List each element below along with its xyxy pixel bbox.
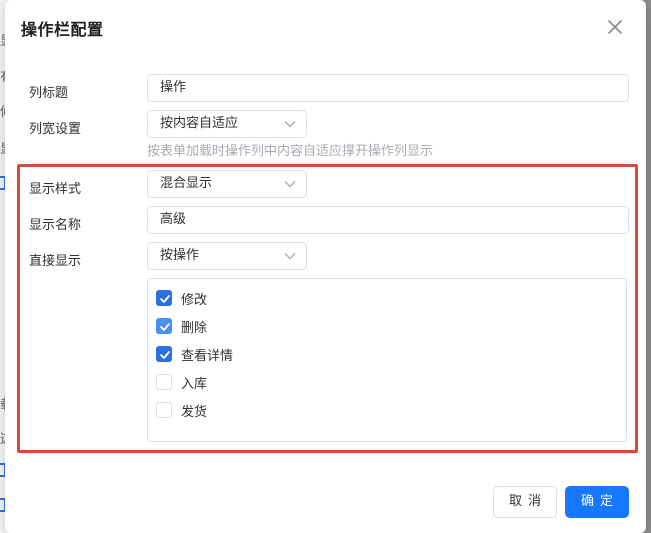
checkbox-checked-icon	[156, 346, 172, 362]
checkbox-checked-icon	[156, 318, 172, 334]
cancel-button[interactable]: 取消	[493, 486, 557, 518]
checkbox-unchecked-icon	[156, 402, 172, 418]
direct-display-select[interactable]: 按操作	[147, 242, 307, 270]
operation-label: 入库	[181, 376, 208, 392]
column-width-label: 列宽设置	[29, 122, 82, 137]
dialog-title: 操作栏配置	[21, 20, 104, 39]
column-config-dialog: 操作栏配置 列标题 操作 列宽设置 按内容自适应 按表单加载时操作列中内容自适应…	[5, 0, 646, 533]
column-title-label: 列标题	[29, 86, 69, 101]
display-style-select[interactable]: 混合显示	[147, 170, 307, 198]
operation-checkbox-view-detail[interactable]: 查看详情	[156, 345, 234, 364]
column-title-input[interactable]: 操作	[147, 74, 629, 102]
operations-checkbox-panel: 修改 删除 查看详情 入库 发货	[147, 278, 627, 442]
checkbox-unchecked-icon	[156, 374, 172, 390]
operation-label: 删除	[181, 320, 208, 336]
column-width-hint: 按表单加载时操作列中内容自适应撑开操作列显示	[147, 144, 434, 159]
display-style-label: 显示样式	[29, 182, 82, 197]
operation-label: 查看详情	[181, 348, 234, 364]
column-width-select[interactable]: 按内容自适应	[147, 110, 307, 138]
close-icon	[608, 20, 622, 34]
chevron-down-icon	[284, 181, 296, 188]
direct-display-value: 按操作	[160, 248, 200, 263]
close-button[interactable]	[605, 17, 625, 37]
operation-checkbox-stock-in[interactable]: 入库	[156, 373, 208, 392]
operation-checkbox-edit[interactable]: 修改	[156, 289, 208, 308]
display-name-label: 显示名称	[29, 218, 82, 233]
confirm-button[interactable]: 确定	[565, 486, 629, 518]
column-width-value: 按内容自适应	[160, 116, 239, 131]
operation-label: 发货	[181, 404, 208, 420]
operation-checkbox-ship[interactable]: 发货	[156, 401, 208, 420]
display-name-input[interactable]: 高级	[147, 206, 629, 234]
operation-label: 修改	[181, 292, 208, 308]
checkbox-checked-icon	[156, 290, 172, 306]
direct-display-label: 直接显示	[29, 254, 82, 269]
chevron-down-icon	[284, 253, 296, 260]
chevron-down-icon	[284, 121, 296, 128]
display-style-value: 混合显示	[160, 176, 213, 191]
operation-checkbox-delete[interactable]: 删除	[156, 317, 208, 336]
